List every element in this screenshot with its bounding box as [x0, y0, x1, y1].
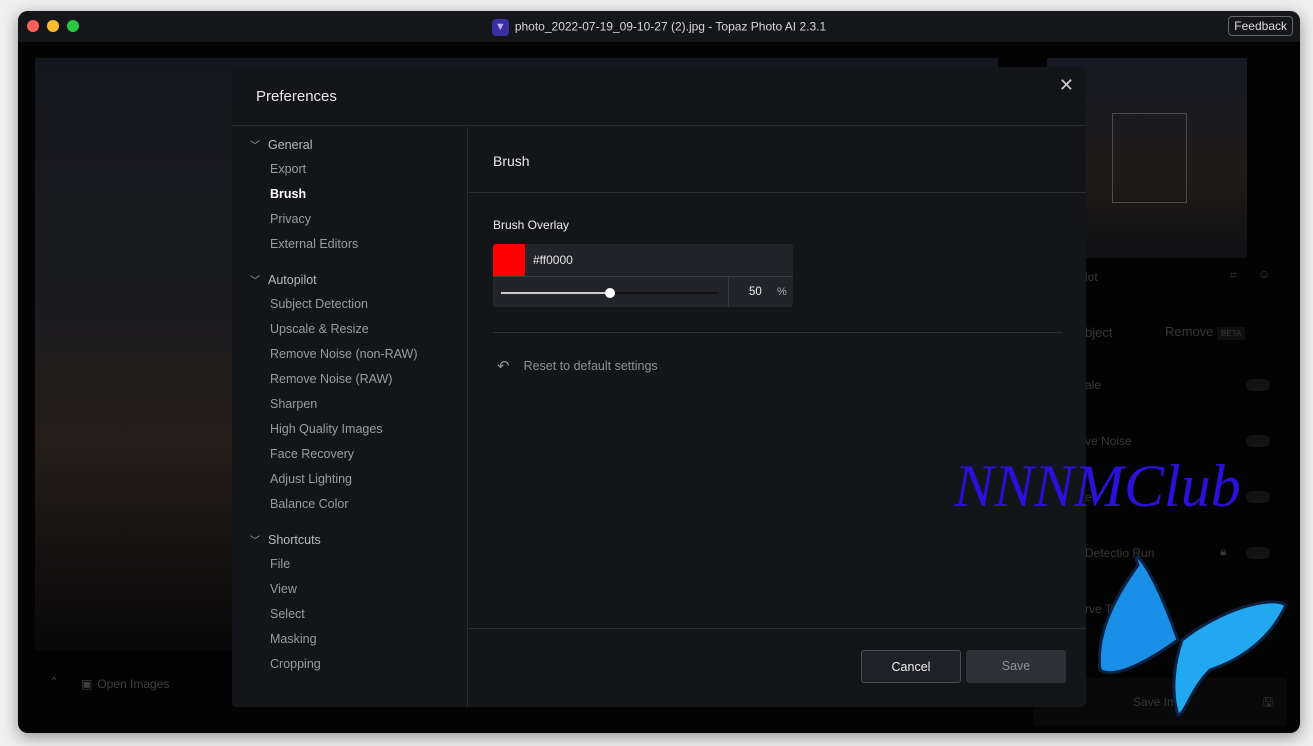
slider-handle[interactable]	[605, 288, 615, 298]
sidebar-item-high-quality-images[interactable]: High Quality Images	[270, 422, 383, 436]
sidebar-item-masking[interactable]: Masking	[270, 632, 317, 646]
watermark-logo: NNNMClub	[954, 453, 1241, 519]
sidebar-item-select[interactable]: Select	[270, 607, 305, 621]
sidebar-item-remove-noise-nonraw[interactable]: Remove Noise (non-RAW)	[270, 347, 418, 361]
sidebar-item-upscale-resize[interactable]: Upscale & Resize	[270, 322, 369, 336]
preferences-content: Brush Brush Overlay #ff0000 50 % ↶ Reset …	[469, 127, 1086, 707]
percent-unit: %	[777, 286, 787, 298]
chevron-down-icon: ﹀	[250, 276, 260, 287]
sidebar-item-sharpen[interactable]: Sharpen	[270, 397, 317, 411]
butterfly-watermark-icon	[1097, 555, 1288, 717]
opacity-slider[interactable]	[501, 288, 719, 298]
sidebar-item-balance-color[interactable]: Balance Color	[270, 497, 349, 511]
window-title-text: photo_2022-07-19_09-10-27 (2).jpg - Topa…	[514, 19, 827, 34]
title-bar: ▼ photo_2022-07-19_09-10-27 (2).jpg - Top…	[18, 11, 1300, 42]
divider	[493, 332, 1062, 333]
brush-overlay-label: Brush Overlay	[493, 218, 570, 232]
sidebar-item-face-recovery[interactable]: Face Recovery	[270, 447, 354, 461]
dialog-title: Preferences	[256, 88, 337, 105]
footer-divider	[469, 628, 1086, 629]
window-title: ▼ photo_2022-07-19_09-10-27 (2).jpg - Top…	[18, 19, 1300, 36]
color-swatch[interactable]	[493, 244, 525, 276]
group-label: Autopilot	[268, 272, 317, 287]
sidebar-item-subject-detection[interactable]: Subject Detection	[270, 297, 368, 311]
reset-label: Reset to default settings	[523, 359, 658, 373]
sidebar-item-adjust-lighting[interactable]: Adjust Lighting	[270, 472, 352, 486]
sidebar-item-brush[interactable]: Brush	[270, 187, 306, 201]
app-logo-icon: ▼	[491, 19, 509, 36]
feedback-button[interactable]: Feedback	[1228, 16, 1293, 36]
section-title: Brush	[493, 153, 530, 169]
sidebar-item-cropping[interactable]: Cropping	[270, 657, 321, 671]
preferences-sidebar: ﹀ General Export Brush Privacy External E…	[232, 127, 468, 707]
opacity-input[interactable]: 50	[749, 286, 762, 298]
group-shortcuts[interactable]: ﹀ Shortcuts	[250, 532, 321, 548]
sidebar-item-remove-noise-raw[interactable]: Remove Noise (RAW)	[270, 372, 392, 386]
cancel-button[interactable]: Cancel	[861, 650, 961, 683]
chevron-down-icon: ﹀	[250, 141, 260, 152]
chevron-down-icon: ﹀	[250, 536, 260, 547]
divider	[728, 277, 729, 307]
dialog-header: Preferences ✕	[232, 67, 1086, 126]
sidebar-item-export[interactable]: Export	[270, 162, 306, 176]
preferences-dialog: Preferences ✕ ﹀ General Export Brush Priv…	[232, 67, 1086, 707]
save-button[interactable]: Save	[966, 650, 1066, 683]
brush-overlay-control: #ff0000 50 %	[493, 244, 793, 307]
undo-icon: ↶	[497, 358, 510, 375]
group-label: General	[268, 137, 313, 152]
sidebar-item-file[interactable]: File	[270, 557, 290, 571]
divider	[493, 276, 793, 277]
sidebar-item-privacy[interactable]: Privacy	[270, 212, 311, 226]
sidebar-item-view[interactable]: View	[270, 582, 297, 596]
close-icon[interactable]: ✕	[1059, 75, 1074, 96]
group-autopilot[interactable]: ﹀ Autopilot	[250, 272, 317, 288]
group-label: Shortcuts	[268, 532, 321, 547]
sidebar-item-external-editors[interactable]: External Editors	[270, 237, 358, 251]
group-general[interactable]: ﹀ General	[250, 137, 313, 153]
slider-fill	[501, 292, 610, 294]
reset-defaults-button[interactable]: ↶ Reset to default settings	[497, 357, 658, 375]
color-hex-input[interactable]: #ff0000	[533, 253, 573, 267]
section-header: Brush	[469, 127, 1086, 193]
